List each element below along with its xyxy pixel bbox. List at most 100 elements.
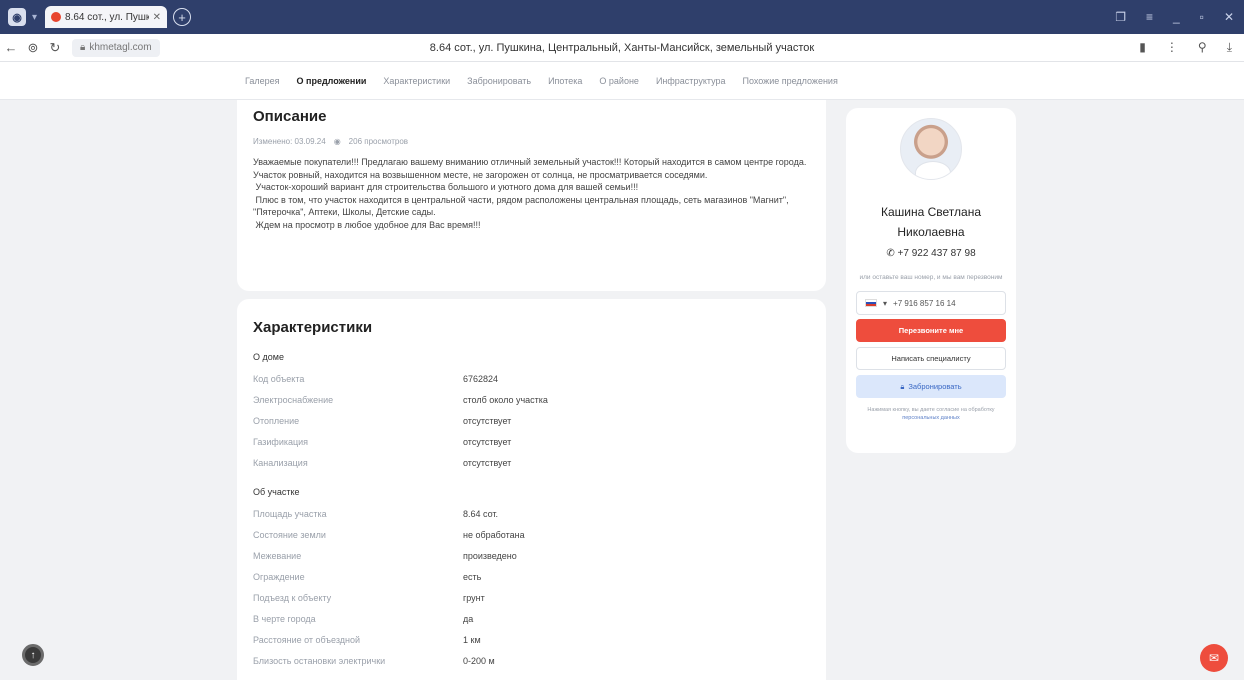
description-meta: Изменено: 03.09.24 ◉ 206 просмотров xyxy=(253,137,810,146)
char-key: Подъезд к объекту xyxy=(253,592,332,603)
scroll-up-icon[interactable]: ↑ xyxy=(22,644,44,666)
url-text: khmetagl.com xyxy=(89,42,152,53)
house-section-title: О доме xyxy=(253,352,284,362)
description-paragraph: Плюс в том, что участок находится в цент… xyxy=(253,194,792,218)
download-icon[interactable]: ⤓ xyxy=(1227,40,1232,55)
maximize-icon[interactable]: ▫ xyxy=(1200,10,1204,24)
phone-input[interactable]: ▾ +7 916 857 16 14 xyxy=(856,291,1006,315)
consent-label: Нажимая кнопку, вы даете согласие на обр… xyxy=(867,407,995,413)
char-row: Ограждение есть xyxy=(253,566,810,587)
char-value: столб около участка xyxy=(463,394,548,405)
page-title: 8.64 сот., ул. Пушкина, Центральный, Хан… xyxy=(429,41,815,54)
agent-phone-number[interactable]: +7 922 437 87 98 xyxy=(898,248,976,259)
back-arrow-icon[interactable]: ← xyxy=(0,40,22,55)
char-value: 6762824 xyxy=(463,373,499,384)
characteristics-card: Характеристики О доме Код объекта 6762824… xyxy=(237,299,826,680)
char-key: Отопление xyxy=(253,415,300,426)
agent-name-line: Николаевна xyxy=(897,225,965,239)
char-row: Близость остановки электрички 0-200 м xyxy=(253,650,810,671)
callback-button[interactable]: Перезвоните мне xyxy=(856,319,1006,342)
address-bar: ← ⊚ ↻ 🔒︎ khmetagl.com 8.64 сот., ул. Пуш… xyxy=(0,34,1244,62)
char-key: Площадь участка xyxy=(253,508,327,519)
description-paragraph: Ждем на просмотр в любое удобное для Вас… xyxy=(253,219,481,230)
plus-icon[interactable]: + xyxy=(173,8,192,26)
char-row: Межевание произведено xyxy=(253,545,810,566)
char-value: 8.64 сот. xyxy=(463,508,499,519)
browser-titlebar: ◉ ▾ 8.64 сот., ул. Пушкин ✕ + ❐ ≡ _ ▫ ✕ xyxy=(0,0,1244,34)
agent-card: Кашина Светлана Николаевна ✆ +7 922 437 … xyxy=(846,108,1016,453)
nav-book[interactable]: Забронировать xyxy=(467,76,531,86)
favicon-icon xyxy=(51,12,62,22)
callback-hint: или оставьте ваш номер, и мы вам перезво… xyxy=(859,274,1003,281)
char-value: отсутствует xyxy=(463,436,512,447)
char-value: есть xyxy=(463,571,482,582)
changed-date: Изменено: 03.09.24 xyxy=(253,137,326,146)
lock-icon: 🔒︎ xyxy=(900,381,905,391)
close-icon[interactable]: ✕ xyxy=(153,12,161,23)
nav-gallery[interactable]: Галерея xyxy=(245,76,280,86)
description-text: Уважаемые покупатели!!! Предлагаю вашему… xyxy=(253,156,810,231)
lock-icon: 🔒︎ xyxy=(80,42,86,53)
nav-district[interactable]: О районе xyxy=(599,76,639,86)
char-row: Электроснабжение столб около участка xyxy=(253,389,810,410)
char-row: В черте города да xyxy=(253,608,810,629)
char-value: 0-200 м xyxy=(463,655,495,666)
char-value: 1 км xyxy=(463,634,481,645)
chevron-down-icon[interactable]: ▾ xyxy=(883,299,887,308)
nav-mortgage[interactable]: Ипотека xyxy=(548,76,582,86)
char-key: Газификация xyxy=(253,436,309,447)
char-key: Код объекта xyxy=(253,373,305,384)
char-value: не обработана xyxy=(463,529,525,540)
char-key: Электроснабжение xyxy=(253,394,334,405)
nav-characteristics[interactable]: Характеристики xyxy=(383,76,450,86)
nav-similar[interactable]: Похожие предложения xyxy=(743,76,838,86)
views-count: 206 просмотров xyxy=(348,137,409,146)
menu-icon[interactable]: ≡ xyxy=(1146,10,1153,24)
russia-flag-icon[interactable] xyxy=(865,299,877,307)
char-row: Подъезд к объекту грунт xyxy=(253,587,810,608)
bookmark-icon[interactable]: ▮ xyxy=(1139,40,1146,55)
char-value: отсутствует xyxy=(463,457,512,468)
browser-tab[interactable]: 8.64 сот., ул. Пушкин ✕ xyxy=(45,6,168,28)
char-row: Состояние земли не обработана xyxy=(253,524,810,545)
chat-icon[interactable]: ✉ xyxy=(1200,644,1228,672)
char-value: да xyxy=(463,613,474,624)
char-row: Код объекта 6762824 xyxy=(253,368,810,389)
consent-text: Нажимая кнопку, вы даете согласие на обр… xyxy=(856,406,1006,422)
char-value: произведено xyxy=(463,550,517,561)
char-row: Газификация отсутствует xyxy=(253,431,810,452)
agent-name-line: Кашина Светлана xyxy=(880,205,982,219)
characteristics-heading: Характеристики xyxy=(253,319,373,336)
agent-name: Кашина Светлана Николаевна xyxy=(856,202,1006,242)
chevron-down-icon[interactable]: ▾ xyxy=(32,12,37,23)
extensions-icon[interactable]: ⚲ xyxy=(1198,40,1207,55)
bookmark-icon[interactable]: ❐ xyxy=(1115,10,1126,24)
description-paragraph: Участок-хороший вариант для строительств… xyxy=(253,182,639,192)
url-field[interactable]: 🔒︎ khmetagl.com xyxy=(72,38,160,57)
char-key: Межевание xyxy=(253,550,302,561)
nav-infrastructure[interactable]: Инфраструктура xyxy=(656,76,726,86)
agent-phone[interactable]: ✆ +7 922 437 87 98 xyxy=(856,248,1006,259)
write-specialist-button[interactable]: Написать специалисту xyxy=(856,347,1006,370)
char-key: Ограждение xyxy=(253,571,305,582)
shield-icon[interactable]: ⊚ xyxy=(22,40,44,56)
tab-title: 8.64 сот., ул. Пушкин xyxy=(65,11,149,23)
char-row: Площадь участка 8.64 сот. xyxy=(253,503,810,524)
privacy-link[interactable]: персональных данных xyxy=(902,415,959,421)
section-nav: Галерея О предложении Характеристики Заб… xyxy=(0,62,1244,100)
close-window-icon[interactable]: ✕ xyxy=(1224,10,1234,24)
book-button-label: Забронировать xyxy=(908,382,962,391)
phone-input-value[interactable]: +7 916 857 16 14 xyxy=(893,299,956,308)
window-controls: ❐ ≡ _ ▫ ✕ xyxy=(1115,10,1244,24)
char-key: В черте города xyxy=(253,613,316,624)
nav-about-offer[interactable]: О предложении xyxy=(297,76,367,86)
minimize-icon[interactable]: _ xyxy=(1173,10,1180,24)
plot-section-title: Об участке xyxy=(253,487,300,497)
more-icon[interactable]: ⋮ xyxy=(1166,40,1178,55)
browser-logo-icon[interactable]: ◉ xyxy=(8,8,26,26)
phone-icon: ✆ xyxy=(886,248,895,259)
book-button[interactable]: 🔒︎ Забронировать xyxy=(856,375,1006,398)
description-paragraph: Уважаемые покупатели!!! Предлагаю вашему… xyxy=(253,157,809,180)
reload-icon[interactable]: ↻ xyxy=(44,40,66,56)
char-row: Отопление отсутствует xyxy=(253,410,810,431)
